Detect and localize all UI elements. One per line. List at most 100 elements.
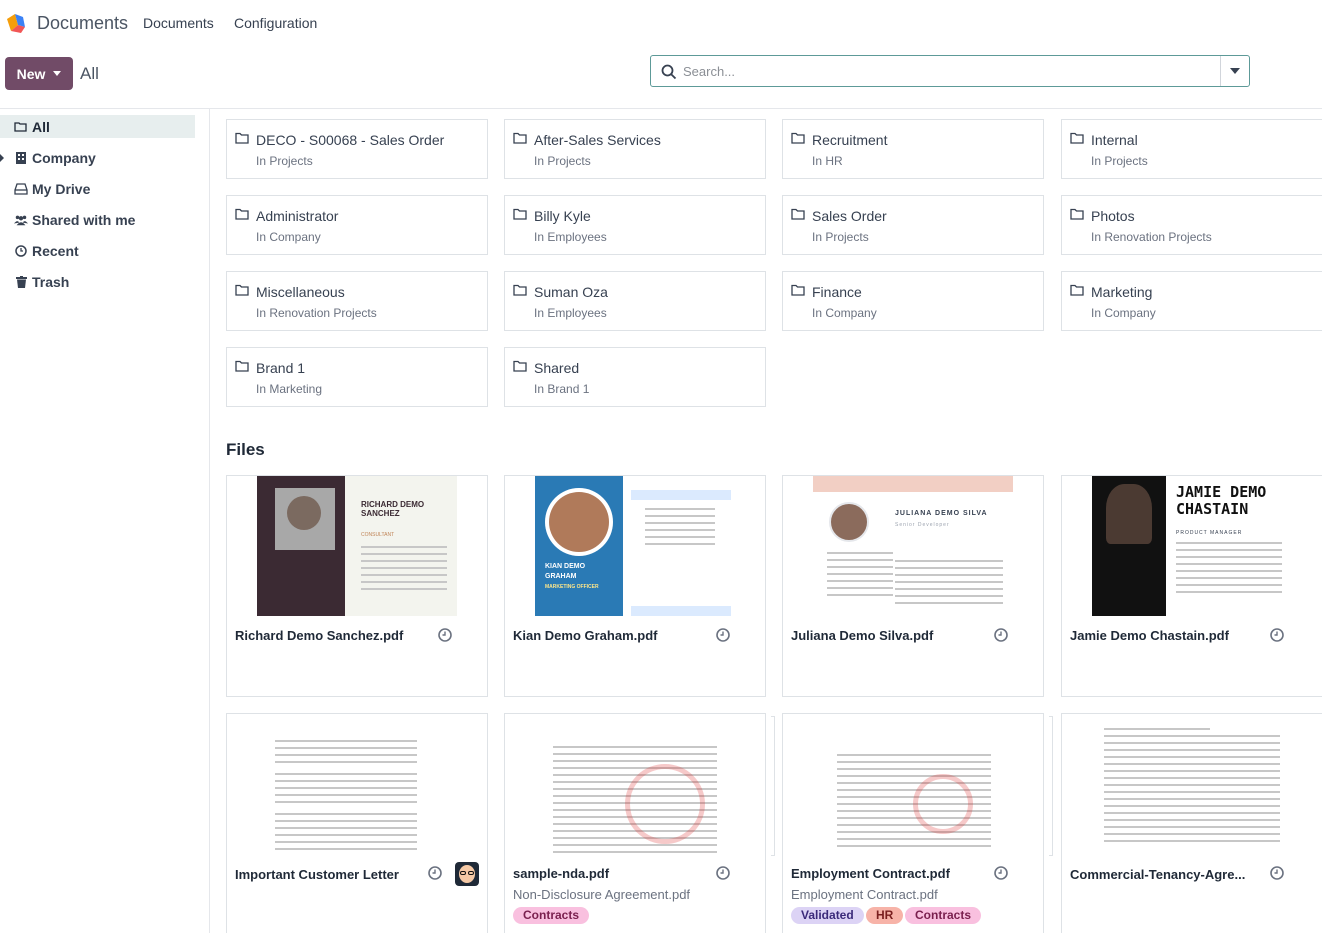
file-card[interactable]: RICHARD DEMO SANCHEZ CONSULTANT Richard … [226,475,488,697]
clock-icon[interactable] [438,628,452,642]
folder-card[interactable]: Recruitment In HR [782,119,1044,179]
folder-card[interactable]: Miscellaneous In Renovation Projects [226,271,488,331]
file-name[interactable]: Jamie Demo Chastain.pdf [1070,628,1265,643]
clock-icon[interactable] [716,866,730,880]
sidebar-item-label: Company [32,149,96,166]
file-name[interactable]: Commercial-Tenancy-Agre... [1070,867,1265,882]
owner-avatar[interactable] [455,862,479,886]
folder-icon [513,284,527,296]
folder-card[interactable]: Finance In Company [782,271,1044,331]
file-card[interactable]: JAMIE DEMO CHASTAIN PRODUCT MANAGER Jami… [1061,475,1322,697]
sidebar-item-company[interactable]: Company [0,146,195,169]
file-card[interactable]: Important Customer Letter [226,713,488,933]
folder-card[interactable]: Sales Order In Projects [782,195,1044,255]
folder-location: In Employees [534,230,607,244]
file-name[interactable]: Employment Contract.pdf [791,866,986,881]
search-options-toggle[interactable] [1220,56,1249,86]
folder-icon [235,284,249,296]
tag-contracts[interactable]: Contracts [513,907,590,924]
new-button[interactable]: New [5,57,73,90]
clock-icon[interactable] [428,866,442,880]
file-card[interactable]: sample-nda.pdf Non-Disclosure Agreement.… [504,713,775,933]
caret-down-icon [53,71,62,76]
folder-name: Marketing [1091,284,1153,300]
search-input[interactable] [683,61,1213,81]
tag-validated[interactable]: Validated [791,907,864,924]
folder-location: In Renovation Projects [1091,230,1212,244]
folder-card[interactable]: After-Sales Services In Projects [504,119,766,179]
files-section-title: Files [226,440,265,459]
folder-icon [513,208,527,220]
users-icon [14,213,28,227]
file-name[interactable]: sample-nda.pdf [513,866,708,881]
sidebar-item-my-drive[interactable]: My Drive [0,177,195,200]
thumb-subheading: CONSULTANT [361,532,395,538]
folder-name: Brand 1 [256,360,306,376]
clock-icon[interactable] [716,628,730,642]
sidebar-item-label: All [32,118,50,135]
caret-right-icon[interactable] [0,154,4,162]
file-thumbnail: JAMIE DEMO CHASTAIN PRODUCT MANAGER [1092,476,1292,616]
file-name[interactable]: Richard Demo Sanchez.pdf [235,628,430,643]
folder-name: Billy Kyle [534,208,591,224]
clock-icon[interactable] [994,628,1008,642]
file-card[interactable]: Commercial-Tenancy-Agre... [1061,713,1322,933]
tag-contracts[interactable]: Contracts [905,907,982,924]
menu-documents[interactable]: Documents [143,15,214,31]
documents-app-logo-icon[interactable] [5,11,29,35]
file-thumbnail [813,714,1013,854]
sidebar-item-label: Recent [32,242,79,259]
folder-card[interactable]: Suman Oza In Employees [504,271,766,331]
search-icon [661,64,677,80]
thumb-subheading: PRODUCT MANAGER [1176,530,1243,536]
folder-card[interactable]: Shared In Brand 1 [504,347,766,407]
folder-location: In Brand 1 [534,382,590,396]
caret-down-icon [1230,68,1240,74]
folder-name: After-Sales Services [534,132,661,148]
folder-name: Photos [1091,208,1135,224]
folder-card[interactable]: Administrator In Company [226,195,488,255]
clock-icon[interactable] [1270,866,1284,880]
file-name[interactable]: Important Customer Letter [235,867,430,882]
clock-icon[interactable] [1270,628,1284,642]
file-card[interactable]: JULIANA DEMO SILVA Senior Developer Juli… [782,475,1044,697]
folder-name: Recruitment [812,132,888,148]
file-thumbnail: KIAN DEMO GRAHAM MARKETING OFFICER [535,476,735,616]
folder-card[interactable]: Marketing In Company [1061,271,1322,331]
file-thumbnail: RICHARD DEMO SANCHEZ CONSULTANT [257,476,457,616]
app-name[interactable]: Documents [37,13,128,34]
sidebar-item-label: Shared with me [32,211,136,228]
clock-icon[interactable] [994,866,1008,880]
sidebar-item-trash[interactable]: Trash [0,270,195,293]
folder-name: Finance [812,284,862,300]
folder-card[interactable]: Photos In Renovation Projects [1061,195,1322,255]
file-name[interactable]: Juliana Demo Silva.pdf [791,628,986,643]
folder-card[interactable]: Billy Kyle In Employees [504,195,766,255]
menu-configuration[interactable]: Configuration [234,15,317,31]
file-card[interactable]: Employment Contract.pdf Employment Contr… [782,713,1053,933]
folder-location: In Employees [534,306,607,320]
folder-name: Suman Oza [534,284,608,300]
search-bar[interactable] [650,55,1250,87]
breadcrumb: All [80,64,99,83]
sidebar-item-shared-with-me[interactable]: Shared with me [0,208,195,231]
sidebar-item-recent[interactable]: Recent [0,239,195,262]
file-subtitle: Non-Disclosure Agreement.pdf [513,887,691,902]
file-card[interactable]: KIAN DEMO GRAHAM MARKETING OFFICER Kian … [504,475,766,697]
sidebar-item-all[interactable]: All [0,115,195,138]
folder-icon [1070,284,1084,296]
folder-location: In Company [1091,306,1156,320]
folder-card[interactable]: Internal In Projects [1061,119,1322,179]
sidebar: All Company My Drive Shared with me Rece… [0,109,210,933]
file-thumbnail [257,714,457,854]
folder-card[interactable]: DECO - S00068 - Sales Order In Projects [226,119,488,179]
hdd-icon [14,182,28,196]
building-icon [14,151,28,165]
file-name[interactable]: Kian Demo Graham.pdf [513,628,708,643]
folder-card[interactable]: Brand 1 In Marketing [226,347,488,407]
folder-location: In Marketing [256,382,323,396]
thumb-subheading: Senior Developer [895,522,950,528]
tag-hr[interactable]: HR [866,907,904,924]
folder-location: In Projects [534,154,591,168]
folder-icon [1070,132,1084,144]
